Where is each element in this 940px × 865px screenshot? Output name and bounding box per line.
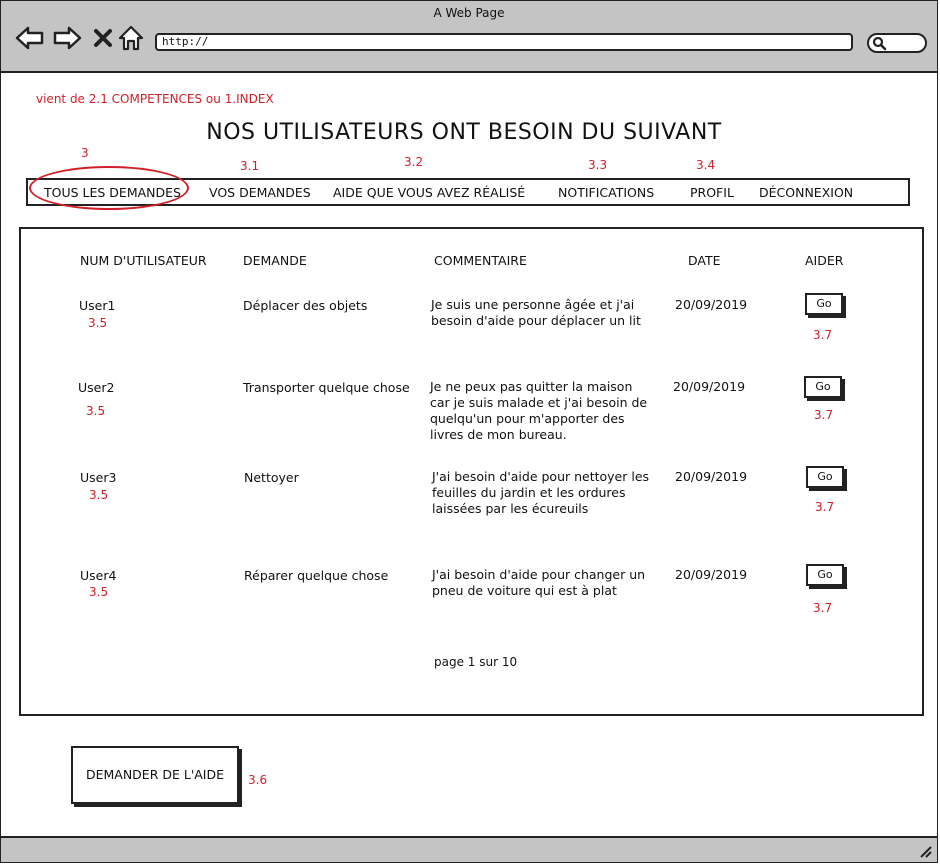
window-title: A Web Page (433, 6, 505, 20)
go-button[interactable]: Go (806, 564, 844, 586)
user-id: User2 (78, 380, 115, 395)
demande-text: Déplacer des objets (243, 298, 368, 313)
demande-text: Transporter quelque chose (243, 380, 410, 395)
arrow-left-icon (15, 26, 44, 50)
date-text: 20/09/2019 (675, 567, 748, 582)
url-input[interactable]: http:// (155, 33, 853, 51)
date-text: 20/09/2019 (675, 469, 748, 484)
search-icon (872, 36, 887, 51)
row-note: 3.5 (89, 488, 109, 502)
nav-notifications[interactable]: NOTIFICATIONS (558, 185, 654, 200)
user-id: User3 (80, 470, 117, 485)
source-note: vient de 2.1 COMPETENCES ou 1.INDEX (36, 92, 274, 106)
button-note: 3.7 (815, 500, 835, 514)
nav-note: 3.3 (588, 158, 608, 172)
user-id: User4 (80, 568, 117, 583)
close-icon (94, 29, 112, 47)
status-bar (1, 836, 937, 862)
commentaire-text: Je suis une personne âgée et j'ai besoin… (431, 297, 641, 328)
user-id: User1 (79, 298, 116, 313)
nav-note: 3.2 (404, 155, 424, 169)
nav-aide-realise[interactable]: AIDE QUE VOUS AVEZ RÉALISÉ (333, 185, 525, 200)
date-text: 20/09/2019 (675, 297, 748, 312)
search-input[interactable] (867, 33, 927, 53)
stop-button[interactable] (88, 23, 118, 53)
column-header-commentaire: COMMENTAIRE (434, 253, 527, 268)
commentaire-text: J'ai besoin d'aide pour changer un pneu … (432, 567, 646, 598)
forward-button[interactable] (52, 23, 82, 53)
button-note: 3.7 (814, 408, 834, 422)
back-button[interactable] (15, 23, 45, 53)
row-note: 3.5 (86, 404, 106, 418)
button-note: 3.7 (813, 601, 833, 615)
nav-vos-demandes[interactable]: VOS DEMANDES (209, 185, 311, 200)
button-note: 3.7 (813, 328, 833, 342)
column-header-aider: AIDER (805, 253, 844, 268)
row-note: 3.5 (88, 316, 108, 330)
pagination-text: page 1 sur 10 (434, 655, 518, 669)
nav-note: 3.4 (696, 158, 716, 172)
arrow-right-icon (53, 26, 82, 50)
commentaire-text: J'ai besoin d'aide pour nettoyer les feu… (432, 469, 650, 516)
column-header-user: NUM D'UTILISATEUR (80, 253, 207, 268)
nav-deconnexion[interactable]: DÉCONNEXION (759, 185, 853, 200)
go-button[interactable]: Go (804, 376, 842, 398)
go-button[interactable]: Go (806, 466, 844, 488)
commentaire-text: Je ne peux pas quitter la maison car je … (430, 379, 648, 442)
ask-button-note: 3.6 (248, 773, 268, 787)
nav-note: 3.1 (240, 159, 260, 173)
go-button[interactable]: Go (805, 293, 843, 315)
row-note: 3.5 (89, 585, 109, 599)
column-header-date: DATE (688, 253, 721, 268)
resize-grip-icon[interactable] (917, 843, 933, 859)
date-text: 20/09/2019 (673, 379, 746, 394)
column-header-demande: DEMANDE (243, 253, 307, 268)
demande-text: Nettoyer (244, 470, 299, 485)
nav-profil[interactable]: PROFIL (690, 185, 734, 200)
home-button[interactable] (116, 23, 146, 53)
page-title: NOS UTILISATEURS ONT BESOIN DU SUIVANT (206, 120, 722, 145)
demande-text: Réparer quelque chose (244, 568, 389, 583)
ask-help-button[interactable]: DEMANDER DE L'AIDE (71, 746, 239, 804)
home-icon (118, 25, 144, 51)
browser-toolbar: A Web Page http:// (1, 1, 937, 73)
nav-note: 3 (81, 146, 89, 160)
highlight-circle (29, 166, 189, 210)
